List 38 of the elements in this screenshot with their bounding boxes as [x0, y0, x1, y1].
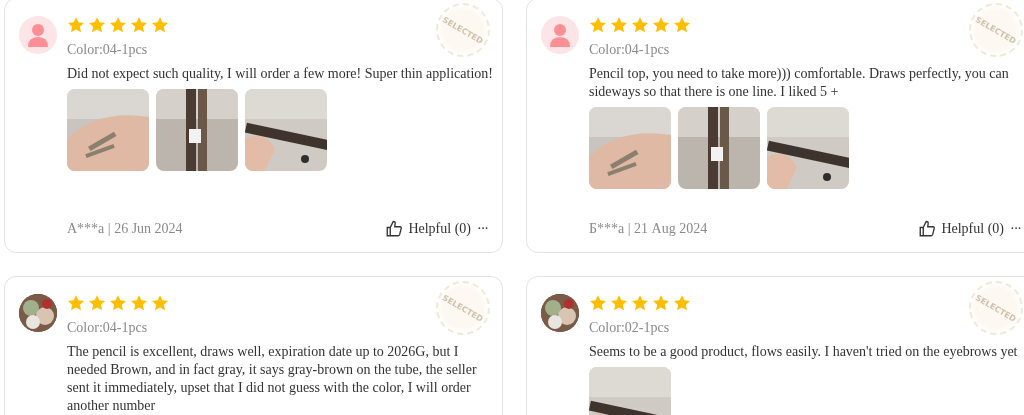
star-icon — [673, 16, 691, 34]
star-icon — [610, 16, 628, 34]
star-icon — [652, 16, 670, 34]
star-icon — [151, 16, 169, 34]
author-date: Б***а | 21 Aug 2024 — [589, 221, 708, 237]
person-icon — [27, 23, 49, 47]
star-icon — [67, 294, 85, 312]
star-icon — [610, 294, 628, 312]
review-text: The pencil is excellent, draws well, expiration date up to 2026G, but I needed Brown, and in fact gray, it says gray-brown on the tube, the seller sent it immediately, upset that I did not guess with the color, I will order another number — [67, 343, 478, 415]
variant-label: Color:04-1pcs — [67, 319, 148, 337]
variant-label: Color:04-1pcs — [67, 41, 148, 59]
more-button[interactable]: ··· — [477, 221, 488, 237]
helpful-button[interactable]: Helpful (0) — [385, 220, 471, 238]
thumbs-up-icon — [385, 220, 404, 238]
person-icon — [549, 23, 571, 47]
star-icon — [109, 16, 127, 34]
review-text: Pencil top, you need to take more))) comfortable. Draws perfectly, you can sideways so that there is one line. I liked 5 + — [589, 65, 1010, 101]
review-text: Did not expect such quality, I will order a few more! Super thin application! — [67, 65, 494, 83]
review-text: Seems to be a good product, flows easily. I haven't tried on the eyebrows yet — [589, 343, 1019, 361]
author-date: A***a | 26 Jun 2024 — [67, 221, 183, 237]
star-icon — [652, 294, 670, 312]
star-icon — [130, 16, 148, 34]
star-icon — [88, 16, 106, 34]
thumbs-up-icon — [918, 220, 937, 238]
star-icon — [631, 16, 649, 34]
more-button[interactable]: ··· — [1010, 221, 1021, 237]
star-icon — [109, 294, 127, 312]
star-icon — [631, 294, 649, 312]
star-icon — [88, 294, 106, 312]
star-icon — [673, 294, 691, 312]
star-icon — [130, 294, 148, 312]
variant-label: Color:02-1pcs — [589, 319, 670, 337]
star-icon — [589, 294, 607, 312]
star-icon — [589, 16, 607, 34]
star-icon — [67, 16, 85, 34]
helpful-button[interactable]: Helpful (0) — [918, 220, 1004, 238]
star-icon — [151, 294, 169, 312]
variant-label: Color:04-1pcs — [589, 41, 670, 59]
